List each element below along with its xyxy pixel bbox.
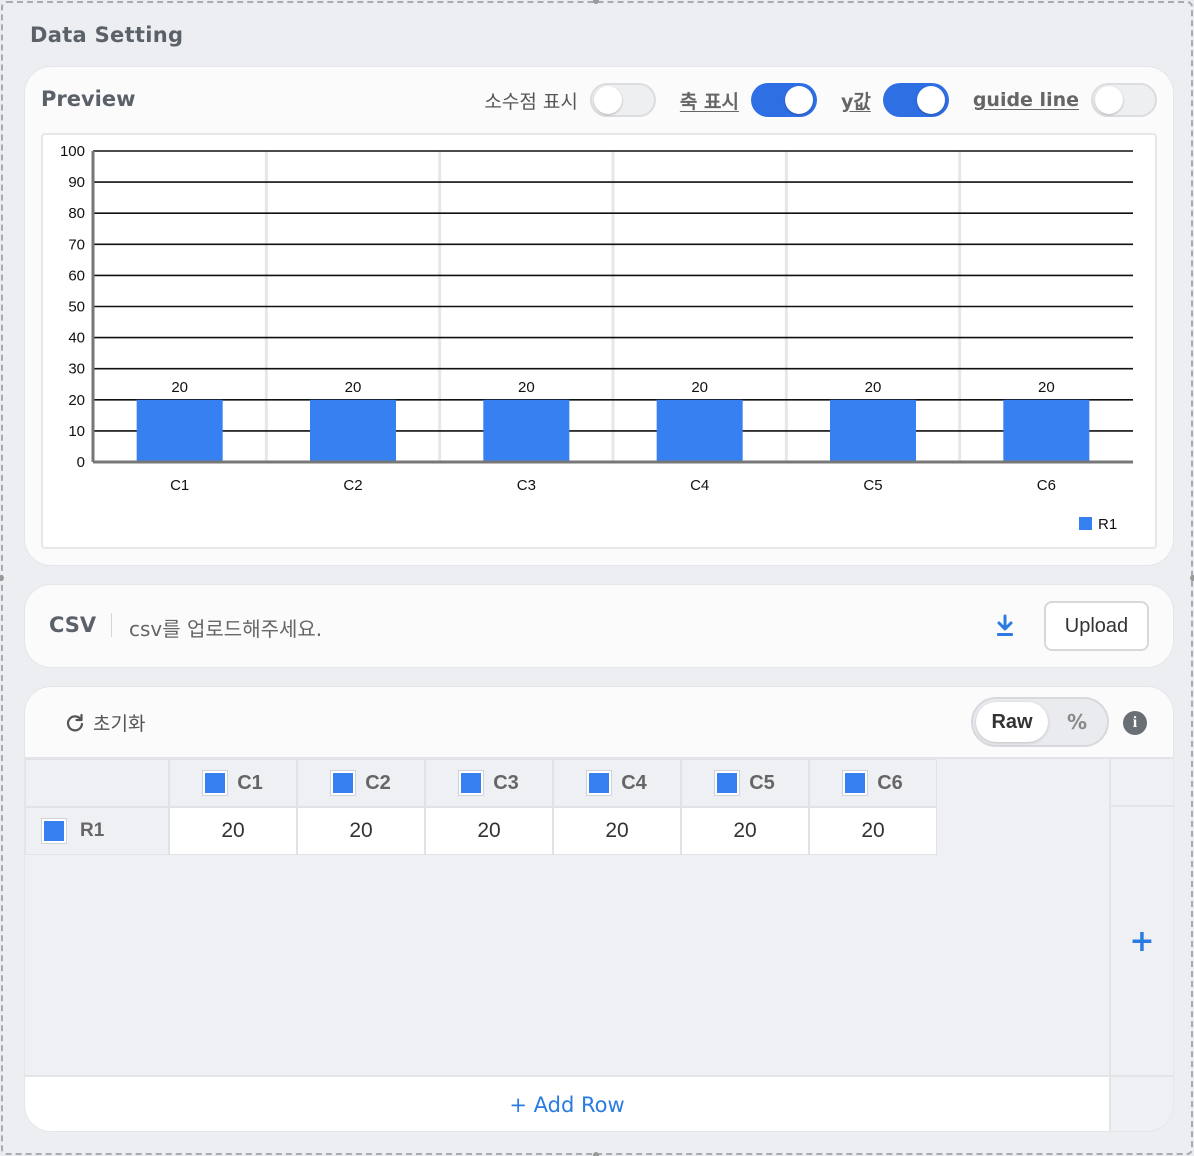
bar-chart: 0 10 20 30 40 50 60 70 80 90 100 20 C1 20 C2 20 C3 20 C4 20…: [60, 143, 1133, 533]
bar: [483, 399, 570, 461]
csv-label: CSV: [49, 613, 97, 637]
column-header[interactable]: C6: [809, 759, 937, 807]
x-tick-label: C3: [517, 477, 536, 494]
column-header[interactable]: C3: [425, 759, 553, 807]
toggle-knob: [916, 86, 945, 114]
y-tick-label: 20: [68, 392, 85, 409]
column-name[interactable]: C4: [621, 772, 647, 795]
csv-divider: [111, 613, 112, 637]
resize-handle[interactable]: [1190, 575, 1194, 581]
column-name[interactable]: C6: [877, 772, 903, 795]
axis-toggle[interactable]: [750, 83, 817, 117]
bar: [310, 399, 396, 461]
color-swatch[interactable]: [331, 771, 356, 795]
info-icon[interactable]: i: [1123, 711, 1147, 735]
data-table: C1 C2 C3 C4 C5 C6 R1 20 20 20 20 20 20 +…: [25, 757, 1173, 1131]
value-cell[interactable]: 20: [169, 807, 297, 855]
y-tick-label: 0: [77, 454, 85, 471]
bar: [1003, 399, 1090, 461]
x-tick-label: C1: [170, 477, 189, 494]
value-cell[interactable]: 20: [809, 807, 937, 855]
value-cell[interactable]: 20: [297, 807, 425, 855]
decimal-toggle-label: 소수점 표시: [484, 90, 578, 113]
preview-title: Preview: [41, 87, 136, 111]
add-row-button[interactable]: + Add Row: [25, 1075, 1109, 1131]
preview-toggles: 소수점 표시 축 표시 y값 guide line: [484, 83, 1157, 117]
column-header[interactable]: C2: [297, 759, 425, 807]
legend-label: R1: [1098, 516, 1117, 533]
download-icon[interactable]: [993, 613, 1017, 639]
data-label: 20: [171, 379, 188, 396]
data-label: 20: [345, 379, 362, 396]
data-setting-panel: Data Setting Preview 소수점 표시 축 표시 y값 guid…: [1, 1, 1193, 1155]
column-header[interactable]: C5: [681, 759, 809, 807]
data-grid-card: 초기화 Raw % i C1 C2 C3 C4 C5 C6 R1 20 20 2…: [25, 687, 1173, 1131]
y-tick-label: 90: [68, 174, 85, 191]
mode-percent-option[interactable]: %: [1051, 702, 1103, 742]
x-tick-label: C6: [1037, 477, 1056, 494]
data-label: 20: [865, 379, 882, 396]
toggle-knob: [1095, 86, 1123, 114]
column-header[interactable]: C4: [553, 759, 681, 807]
column-name[interactable]: C5: [749, 772, 775, 795]
y-tick-label: 40: [68, 330, 85, 347]
toggle-knob: [784, 86, 813, 114]
value-cell[interactable]: 20: [681, 807, 809, 855]
csv-placeholder: csv를 업로드해주세요.: [129, 617, 323, 641]
mode-raw-option[interactable]: Raw: [976, 702, 1048, 742]
data-label: 20: [518, 379, 535, 396]
bar: [830, 399, 916, 461]
panel-title: Data Setting: [30, 23, 184, 47]
guideline-toggle[interactable]: [1091, 83, 1157, 117]
color-swatch[interactable]: [715, 771, 740, 795]
color-swatch[interactable]: [459, 771, 484, 795]
chart-container: 0 10 20 30 40 50 60 70 80 90 100 20 C1 20 C2 20 C3 20 C4 20…: [41, 133, 1157, 549]
color-swatch[interactable]: [203, 771, 228, 795]
x-tick-label: C2: [343, 477, 362, 494]
decimal-toggle[interactable]: [589, 83, 656, 117]
legend-swatch: [1079, 517, 1092, 530]
resize-handle[interactable]: [593, 1152, 599, 1156]
y-tick-label: 10: [68, 423, 85, 440]
y-tick-label: 100: [60, 143, 85, 160]
y-tick-label: 70: [68, 236, 85, 253]
upload-button[interactable]: Upload: [1044, 601, 1149, 651]
column-name[interactable]: C3: [493, 772, 519, 795]
y-tick-label: 50: [68, 299, 85, 316]
add-row-corner: [1109, 1075, 1173, 1131]
y-tick-label: 80: [68, 205, 85, 222]
add-column-header: [1109, 759, 1173, 807]
bar: [656, 399, 743, 461]
yvalue-toggle-label[interactable]: y값: [841, 87, 871, 114]
color-swatch[interactable]: [587, 771, 612, 795]
add-column-button[interactable]: +: [1109, 807, 1173, 1075]
preview-card: Preview 소수점 표시 축 표시 y값 guide line 0 10 20 3…: [25, 67, 1173, 565]
row-header[interactable]: R1: [25, 807, 169, 855]
x-tick-label: C5: [863, 477, 882, 494]
color-swatch[interactable]: [843, 771, 868, 795]
bar: [136, 399, 223, 461]
toggle-knob: [593, 86, 622, 114]
reset-label: 초기화: [93, 713, 146, 735]
x-tick-label: C4: [690, 477, 709, 494]
value-mode-switch: Raw %: [971, 697, 1109, 747]
refresh-icon: [66, 713, 84, 731]
data-label: 20: [1038, 379, 1055, 396]
guideline-toggle-label[interactable]: guide line: [973, 89, 1079, 111]
value-cell[interactable]: 20: [425, 807, 553, 855]
data-label: 20: [691, 379, 708, 396]
column-name[interactable]: C2: [365, 772, 391, 795]
yvalue-toggle[interactable]: [882, 83, 949, 117]
axis-toggle-label[interactable]: 축 표시: [680, 87, 739, 114]
reset-button[interactable]: 초기화: [65, 709, 145, 736]
row-name[interactable]: R1: [80, 820, 104, 842]
y-tick-label: 60: [68, 267, 85, 284]
value-cell[interactable]: 20: [553, 807, 681, 855]
column-name[interactable]: C1: [237, 772, 263, 795]
table-corner: [25, 759, 169, 807]
column-header[interactable]: C1: [169, 759, 297, 807]
y-tick-label: 30: [68, 361, 85, 378]
color-swatch[interactable]: [42, 819, 66, 843]
csv-card: CSV csv를 업로드해주세요. Upload: [25, 585, 1173, 667]
